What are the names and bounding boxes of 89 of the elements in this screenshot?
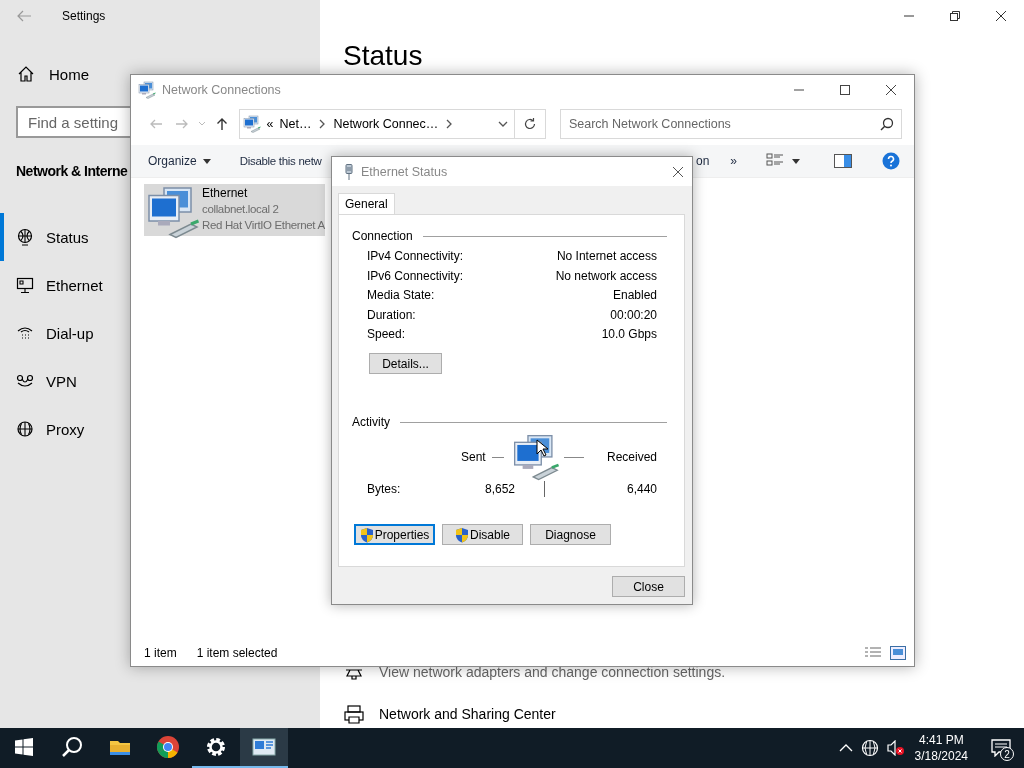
menu-button[interactable]: Organize	[148, 154, 211, 168]
caret-icon[interactable]	[792, 158, 800, 164]
close-icon[interactable]	[885, 84, 897, 96]
up-arrow-icon[interactable]	[215, 117, 228, 131]
received-bytes: 6,440	[625, 482, 657, 496]
item-name: Ethernet	[202, 185, 249, 201]
nav-item[interactable]: Ethernet	[0, 261, 320, 309]
refresh-icon	[523, 117, 538, 131]
field-value: No Internet access	[555, 250, 657, 263]
status-text: 1 item selected	[196, 646, 278, 660]
settings-link[interactable]: Network and Sharing Center	[379, 702, 556, 726]
item-detail: collabnet.local 2	[202, 202, 280, 217]
section-heading: Connection	[352, 229, 413, 243]
field-label: Speed:	[367, 328, 407, 341]
linked-rings-icon	[16, 372, 34, 390]
more-button[interactable]: »	[730, 154, 738, 168]
large-icons-view-icon[interactable]	[890, 646, 906, 660]
network-computer-icon	[146, 185, 200, 239]
item-detail: Red Hat VirtIO Ethernet A	[202, 218, 325, 233]
printer-icon	[343, 704, 365, 724]
plug-icon	[344, 163, 354, 180]
connection-item[interactable]: Ethernet collabnet.local 2 Red Hat VirtIO Ethernet A	[144, 184, 325, 236]
tab[interactable]: General	[338, 193, 395, 214]
cursor-icon	[535, 439, 548, 457]
field-value: 00:00:20	[609, 308, 657, 322]
field-value: No network access	[555, 269, 657, 283]
network-computer-icon	[511, 433, 560, 481]
page-title: Status	[343, 40, 424, 72]
section-heading: Activity	[352, 415, 390, 429]
monitor-icon	[16, 276, 34, 294]
breadcrumb[interactable]: Net…	[279, 117, 312, 131]
sent-bytes: 8,652	[483, 482, 515, 496]
globe-icon	[16, 420, 34, 438]
preview-pane-icon[interactable]	[834, 154, 852, 168]
chevron-up-icon[interactable]	[838, 743, 853, 753]
close-button[interactable]: Close	[612, 576, 685, 597]
field-label: IPv6 Connectivity:	[367, 269, 465, 283]
globe-monitor-icon	[16, 228, 34, 246]
received-label: Received	[605, 450, 657, 464]
field-label: Duration:	[367, 308, 417, 322]
field-value: Enabled	[611, 289, 657, 302]
window-title: Network Connections	[162, 83, 281, 97]
close-icon[interactable]	[672, 165, 684, 178]
windows-logo-icon	[15, 738, 33, 756]
shield-icon	[455, 526, 469, 543]
phone-signal-icon	[16, 324, 34, 342]
status-text: 1 item	[144, 646, 177, 660]
field-label: Media State:	[367, 289, 436, 302]
notification-icon	[991, 739, 1011, 757]
clock[interactable]: 4:41 PM 3/18/2024	[914, 732, 968, 764]
restore-icon[interactable]	[949, 10, 961, 22]
home-icon	[17, 65, 35, 83]
search-icon	[879, 117, 894, 131]
refresh-button[interactable]	[515, 109, 546, 139]
details-button[interactable]: Details...	[369, 353, 442, 374]
field-value: 10.0 Gbps	[600, 328, 657, 341]
address-bar[interactable]: « Net… Network Connec…	[238, 109, 516, 139]
toolbar-button[interactable]: Disable this netw	[239, 155, 322, 167]
section-title: Network & Interne	[16, 163, 129, 179]
dialog-title: Ethernet Status	[361, 164, 448, 179]
network-folder-icon	[138, 81, 156, 99]
home-nav-item[interactable]: Home	[17, 63, 320, 85]
muted-speaker-icon[interactable]	[886, 740, 905, 756]
dialog-button[interactable]: Disable	[442, 524, 523, 545]
nav-item[interactable]: VPN	[0, 357, 320, 405]
search-field[interactable]: Search Network Connections	[559, 109, 902, 139]
help-icon[interactable]	[882, 152, 900, 170]
nav-item[interactable]: Proxy	[0, 405, 320, 453]
taskbar-app[interactable]	[240, 728, 288, 768]
field-label: Bytes:	[367, 482, 402, 496]
sent-label: Sent	[461, 450, 486, 464]
view-options-icon[interactable]	[766, 153, 784, 169]
network-folder-icon	[242, 115, 261, 133]
shield-icon	[359, 526, 374, 543]
breadcrumb[interactable]: Network Connec…	[333, 117, 439, 131]
close-icon[interactable]	[995, 10, 1007, 22]
maximize-icon[interactable]	[839, 84, 851, 96]
dialog-button[interactable]: Properties	[354, 524, 435, 545]
caret-icon	[202, 158, 211, 164]
toolbar-button[interactable]: on	[696, 154, 710, 168]
nav-item[interactable]: Dial-up	[0, 309, 320, 357]
dropdown-icon	[498, 119, 509, 129]
window-title: Settings	[62, 9, 106, 23]
field-label: IPv4 Connectivity:	[367, 250, 465, 263]
search-icon	[61, 736, 83, 758]
description-text: View network adapters and change connection settings.	[379, 663, 726, 682]
dialog-button[interactable]: Diagnose	[530, 524, 611, 545]
browser-icon	[155, 734, 181, 760]
globe-icon[interactable]	[860, 739, 879, 757]
